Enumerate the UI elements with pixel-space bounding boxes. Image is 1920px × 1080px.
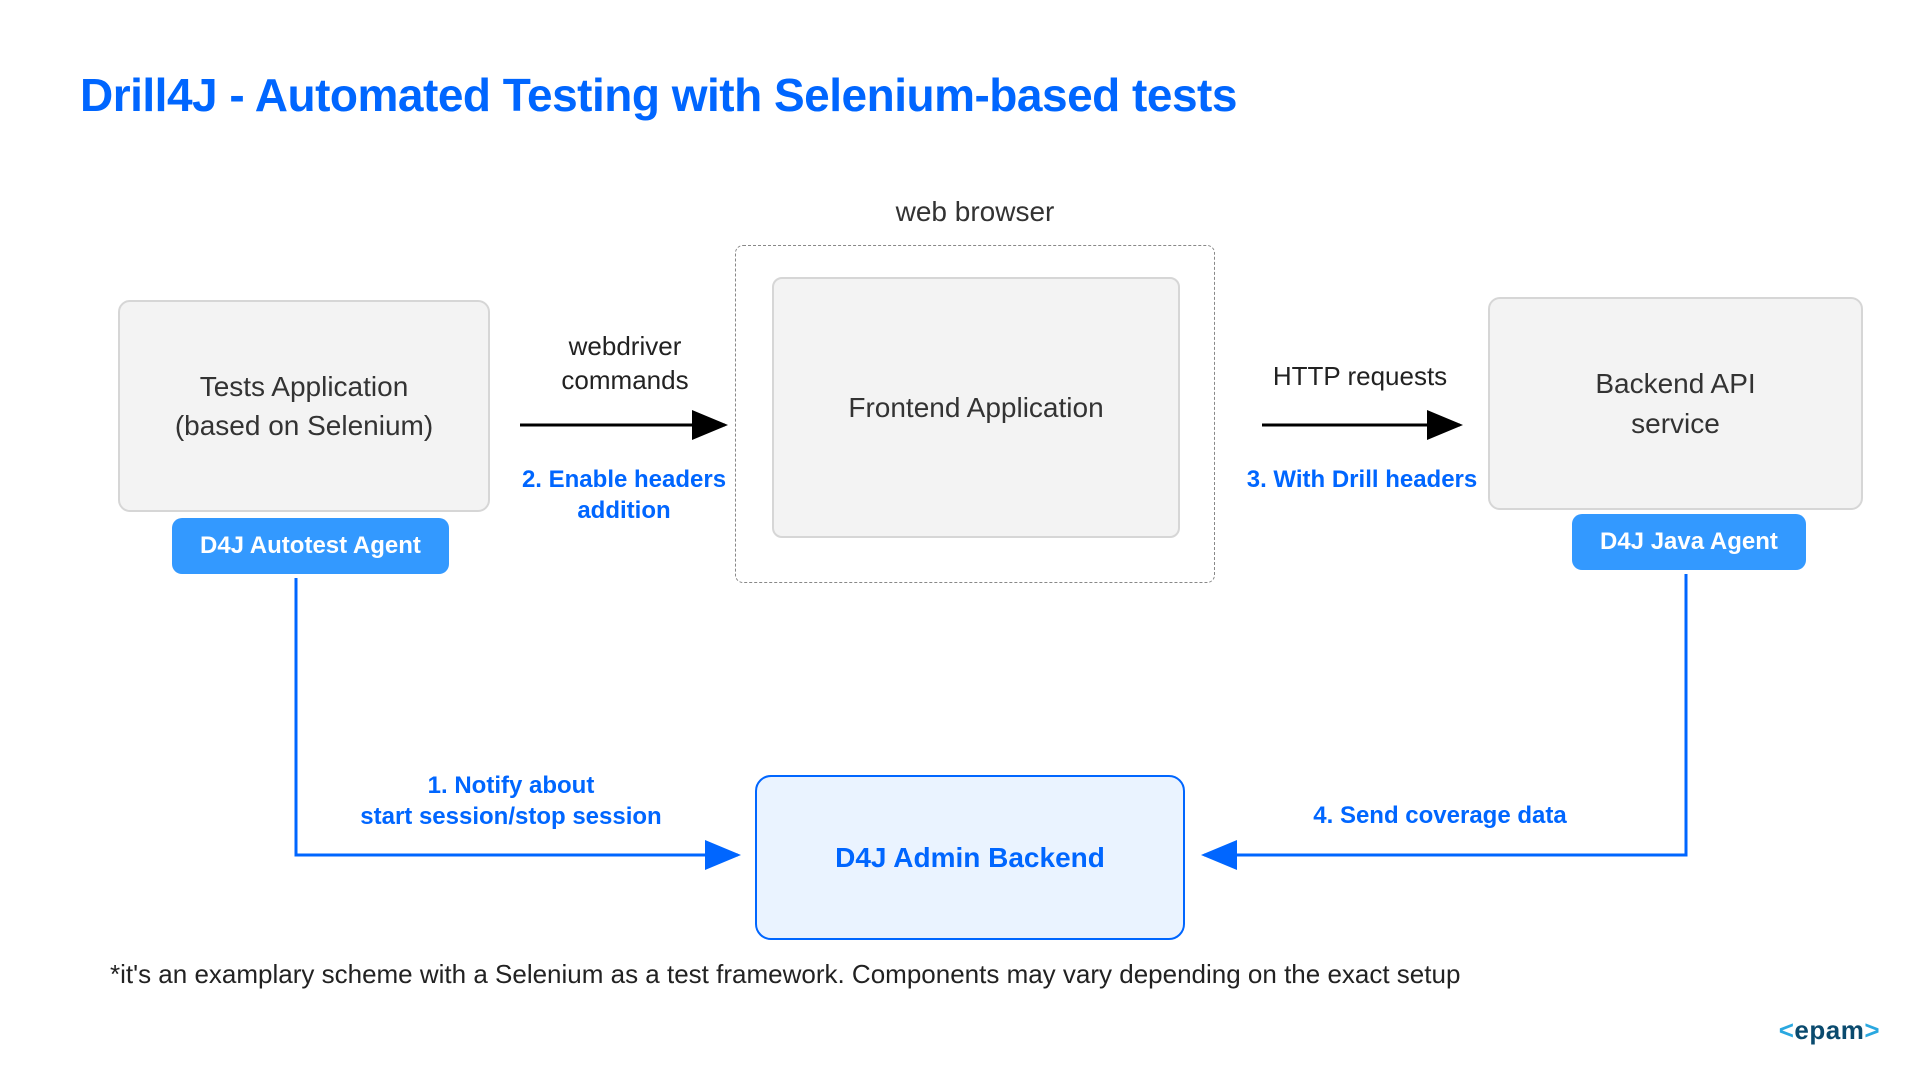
epam-logo: <epam> xyxy=(1779,1015,1880,1046)
node-admin-label: D4J Admin Backend xyxy=(835,842,1105,874)
arrow2-label-blue: 3. With Drill headers xyxy=(1222,464,1502,495)
node-tests-application: Tests Application (based on Selenium) xyxy=(118,300,490,512)
tag-autotest-agent: D4J Autotest Agent xyxy=(172,518,449,574)
node-backend-label-1: Backend API xyxy=(1595,364,1755,403)
arrow1-label-top-1: webdriver xyxy=(569,331,682,361)
arrow1-blue-2: addition xyxy=(577,497,670,524)
footnote: *it's an examplary scheme with a Seleniu… xyxy=(110,959,1460,990)
arrow1-blue-1: 2. Enable headers xyxy=(522,466,726,493)
logo-bracket-left: < xyxy=(1779,1015,1795,1045)
node-frontend-application: Frontend Application xyxy=(772,277,1180,538)
tag-java-agent: D4J Java Agent xyxy=(1572,514,1806,570)
arrow3-blue-2: start session/stop session xyxy=(360,803,661,830)
node-tests-label-2: (based on Selenium) xyxy=(175,406,433,445)
arrow3-label-blue: 1. Notify about start session/stop sessi… xyxy=(316,770,706,832)
node-admin-backend: D4J Admin Backend xyxy=(755,775,1185,940)
arrow4-label-blue: 4. Send coverage data xyxy=(1280,800,1600,831)
diagram-page: Drill4J - Automated Testing with Seleniu… xyxy=(0,0,1920,1080)
logo-text: epam xyxy=(1794,1015,1864,1045)
arrow1-label-top: webdriver commands xyxy=(510,330,740,398)
logo-bracket-right: > xyxy=(1864,1015,1880,1045)
page-title: Drill4J - Automated Testing with Seleniu… xyxy=(80,68,1237,122)
arrow1-label-blue: 2. Enable headers addition xyxy=(500,464,748,526)
container-web-browser-label: web browser xyxy=(735,196,1215,228)
arrow1-label-top-2: commands xyxy=(561,365,688,395)
node-frontend-label: Frontend Application xyxy=(848,388,1103,427)
arrow3-blue-1: 1. Notify about xyxy=(428,772,595,799)
node-tests-label-1: Tests Application xyxy=(200,367,409,406)
arrow2-label-top: HTTP requests xyxy=(1240,360,1480,394)
node-backend-label-2: service xyxy=(1631,404,1720,443)
node-backend-api: Backend API service xyxy=(1488,297,1863,510)
